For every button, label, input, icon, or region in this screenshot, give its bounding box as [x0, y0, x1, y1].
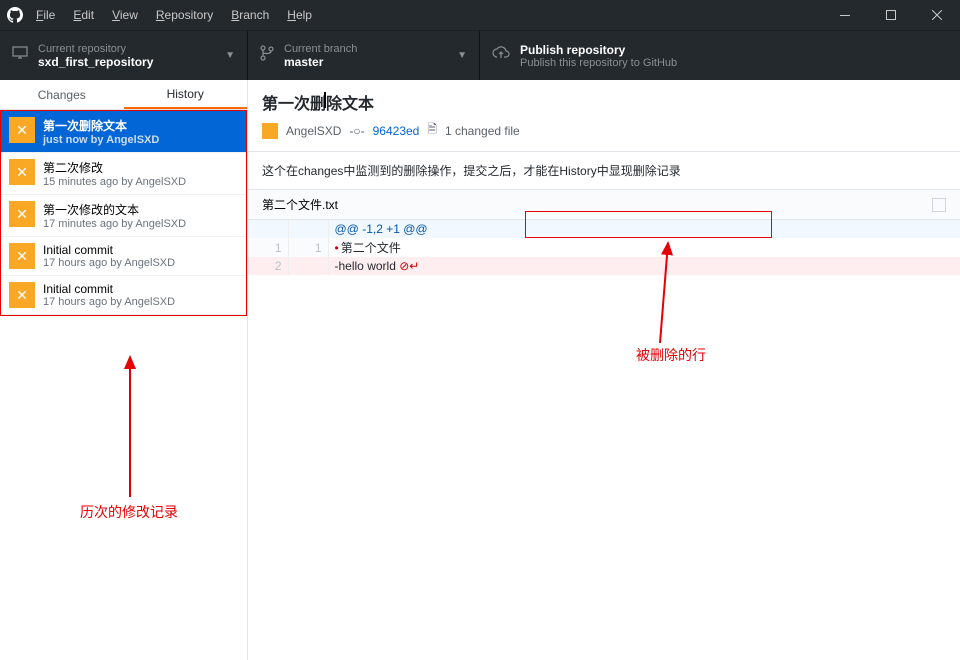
repo-label: Current repository — [38, 43, 153, 55]
menu-view[interactable]: View — [112, 8, 138, 22]
menu-help[interactable]: Help — [287, 8, 312, 22]
avatar: ✕ — [9, 117, 35, 143]
cloud-upload-icon — [492, 46, 510, 65]
publish-repository-button[interactable]: Publish repository Publish this reposito… — [480, 31, 960, 80]
maximize-button[interactable] — [868, 0, 914, 30]
commit-item[interactable]: ✕ 第二次修改15 minutes ago by AngelSXD — [1, 153, 246, 195]
caret-down-icon: ▼ — [457, 50, 467, 61]
branch-label: Current branch — [284, 43, 357, 55]
avatar: ✕ — [9, 201, 35, 227]
expand-toggle[interactable] — [932, 198, 946, 212]
commit-item[interactable]: ✕ Initial commit17 hours ago by AngelSXD — [1, 276, 246, 315]
avatar: ✕ — [9, 282, 35, 308]
publish-title: Publish repository — [520, 43, 677, 57]
menu-edit[interactable]: Edit — [73, 8, 94, 22]
commit-hash[interactable]: 96423ed — [373, 124, 420, 138]
minimize-button[interactable] — [822, 0, 868, 30]
close-button[interactable] — [914, 0, 960, 30]
menu-file[interactable]: File — [36, 8, 55, 22]
diff-line-deleted: -hello world ⊘↵ — [328, 257, 960, 275]
changed-files: 1 changed file — [445, 124, 520, 138]
commit-list: ✕ 第一次删除文本just now by AngelSXD ✕ 第二次修改15 … — [0, 110, 247, 316]
author-name: AngelSXD — [286, 124, 341, 138]
desktop-icon — [12, 46, 28, 65]
github-logo-icon — [0, 7, 30, 23]
commit-item[interactable]: ✕ 第一次删除文本just now by AngelSXD — [1, 111, 246, 153]
branch-icon — [260, 45, 274, 66]
commit-title: 第一次删除文本 — [262, 90, 946, 114]
tab-history[interactable]: History — [124, 80, 248, 109]
avatar: ✕ — [9, 159, 35, 185]
diff-view: @@ -1,2 +1 @@ 11第二个文件 2-hello world ⊘↵ — [248, 220, 960, 275]
hunk-header: @@ -1,2 +1 @@ — [328, 220, 960, 238]
menu-branch[interactable]: Branch — [231, 8, 269, 22]
commit-item[interactable]: ✕ 第一次修改的文本17 minutes ago by AngelSXD — [1, 195, 246, 237]
repo-value: sxd_first_repository — [38, 55, 153, 69]
avatar — [262, 123, 278, 139]
diff-line-context: 第二个文件 — [328, 238, 960, 257]
diff-icon: 🗎 — [427, 120, 437, 141]
tab-changes[interactable]: Changes — [0, 80, 124, 109]
branch-value: master — [284, 55, 357, 69]
menu-repository[interactable]: Repository — [156, 8, 213, 22]
avatar: ✕ — [9, 243, 35, 269]
file-name[interactable]: 第二个文件.txt — [262, 196, 932, 213]
publish-sub: Publish this repository to GitHub — [520, 57, 677, 69]
current-repository-selector[interactable]: Current repository sxd_first_repository … — [0, 31, 248, 80]
caret-down-icon: ▼ — [225, 50, 235, 61]
commit-description: 这个在changes中监测到的删除操作，提交之后，才能在History中显现删除… — [248, 152, 960, 190]
commit-item[interactable]: ✕ Initial commit17 hours ago by AngelSXD — [1, 237, 246, 276]
commit-icon: -○- — [349, 124, 364, 138]
current-branch-selector[interactable]: Current branch master ▼ — [248, 31, 480, 80]
